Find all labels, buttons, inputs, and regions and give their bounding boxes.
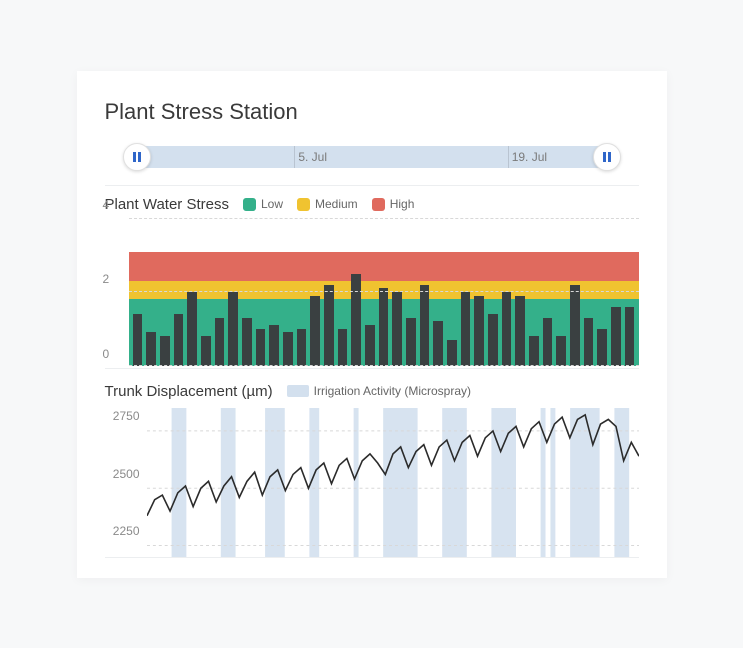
y-tick-label: 0 <box>103 347 110 361</box>
stress-bar[interactable] <box>242 318 252 366</box>
irrigation-band <box>171 408 186 557</box>
y-tick-label: 4 <box>103 198 110 212</box>
stress-bar[interactable] <box>447 340 457 366</box>
legend-label: Irrigation Activity (Microspray) <box>314 384 471 398</box>
stress-bar[interactable] <box>283 332 293 365</box>
stress-bar[interactable] <box>570 285 580 366</box>
slider-tick <box>508 146 509 168</box>
stress-bar[interactable] <box>543 318 553 366</box>
stress-bar[interactable] <box>515 296 525 366</box>
stress-bar[interactable] <box>420 285 430 366</box>
stress-bar[interactable] <box>392 292 402 366</box>
stress-title: Plant Water Stress <box>105 196 229 213</box>
stress-bar[interactable] <box>365 325 375 365</box>
stress-bar[interactable] <box>597 329 607 366</box>
gridline <box>129 291 639 292</box>
stress-bar[interactable] <box>625 307 635 366</box>
stress-bar[interactable] <box>529 336 539 365</box>
stress-bar[interactable] <box>433 321 443 365</box>
stress-y-axis: 024 <box>103 219 123 368</box>
legend-low[interactable]: Low <box>243 197 283 211</box>
stress-bar[interactable] <box>269 325 279 365</box>
trunk-plot-area <box>147 408 639 557</box>
gridline <box>129 218 639 219</box>
trunk-title: Trunk Displacement (µm) <box>105 383 273 400</box>
legend-swatch <box>243 198 256 211</box>
stress-bar[interactable] <box>201 336 211 365</box>
stress-bar[interactable] <box>215 318 225 366</box>
y-tick-label: 2500 <box>113 467 140 481</box>
slider-tick-label: 19. Jul <box>512 150 547 164</box>
trunk-chart[interactable]: 2250 2500 2750 <box>105 408 639 558</box>
slider-tick-label: 5. Jul <box>298 150 327 164</box>
legend-label: Low <box>261 197 283 211</box>
stress-bar[interactable] <box>160 336 170 365</box>
station-title: Plant Stress Station <box>105 99 639 125</box>
stress-bar[interactable] <box>461 292 471 366</box>
legend-label: Medium <box>315 197 358 211</box>
slider-tick <box>294 146 295 168</box>
stress-bar[interactable] <box>174 314 184 365</box>
stress-bar[interactable] <box>406 318 416 366</box>
y-tick-label: 2 <box>103 272 110 286</box>
slider-handle-right[interactable] <box>593 143 621 171</box>
stress-bar[interactable] <box>474 296 484 366</box>
stress-bar[interactable] <box>556 336 566 365</box>
trunk-section-header: Trunk Displacement (µm) Irrigation Activ… <box>105 383 639 400</box>
gridline <box>129 365 639 366</box>
stress-bar[interactable] <box>379 288 389 365</box>
stress-bar[interactable] <box>351 274 361 366</box>
stress-bar[interactable] <box>338 329 348 366</box>
pause-icon <box>132 151 142 163</box>
stress-chart[interactable]: 024 <box>105 219 639 369</box>
legend-swatch <box>372 198 385 211</box>
stress-bars <box>129 219 639 366</box>
stress-plot-area <box>129 219 639 366</box>
divider <box>105 185 639 186</box>
irrigation-band <box>353 408 358 557</box>
legend-swatch <box>297 198 310 211</box>
stress-bar[interactable] <box>133 314 143 365</box>
stress-bar[interactable] <box>488 314 498 365</box>
stress-bar[interactable] <box>324 285 334 366</box>
stress-bar[interactable] <box>297 329 307 366</box>
y-tick-label: 2750 <box>113 409 140 423</box>
stress-bar[interactable] <box>187 292 197 366</box>
y-tick-label: 2250 <box>113 524 140 538</box>
stress-bar[interactable] <box>228 292 238 366</box>
stress-bar[interactable] <box>611 307 621 366</box>
trunk-y-axis: 2250 2500 2750 <box>95 408 140 557</box>
pause-icon <box>602 151 612 163</box>
irrigation-band <box>383 408 417 557</box>
dashboard-card: Plant Stress Station 5. Jul 19. Jul Plant… <box>77 71 667 578</box>
time-range-slider[interactable]: 5. Jul 19. Jul <box>123 143 621 171</box>
irrigation-band <box>442 408 467 557</box>
legend-swatch <box>287 385 309 397</box>
legend-label: High <box>390 197 415 211</box>
stress-bar[interactable] <box>256 329 266 366</box>
legend-medium[interactable]: Medium <box>297 197 358 211</box>
stress-bar[interactable] <box>502 292 512 366</box>
stress-section-header: Plant Water Stress Low Medium High <box>105 196 639 213</box>
stress-bar[interactable] <box>584 318 594 366</box>
slider-track[interactable]: 5. Jul 19. Jul <box>145 146 599 168</box>
slider-handle-left[interactable] <box>123 143 151 171</box>
irrigation-band <box>570 408 600 557</box>
stress-bar[interactable] <box>310 296 320 366</box>
stress-bar[interactable] <box>146 332 156 365</box>
legend-high[interactable]: High <box>372 197 415 211</box>
legend-irrigation[interactable]: Irrigation Activity (Microspray) <box>287 384 471 398</box>
